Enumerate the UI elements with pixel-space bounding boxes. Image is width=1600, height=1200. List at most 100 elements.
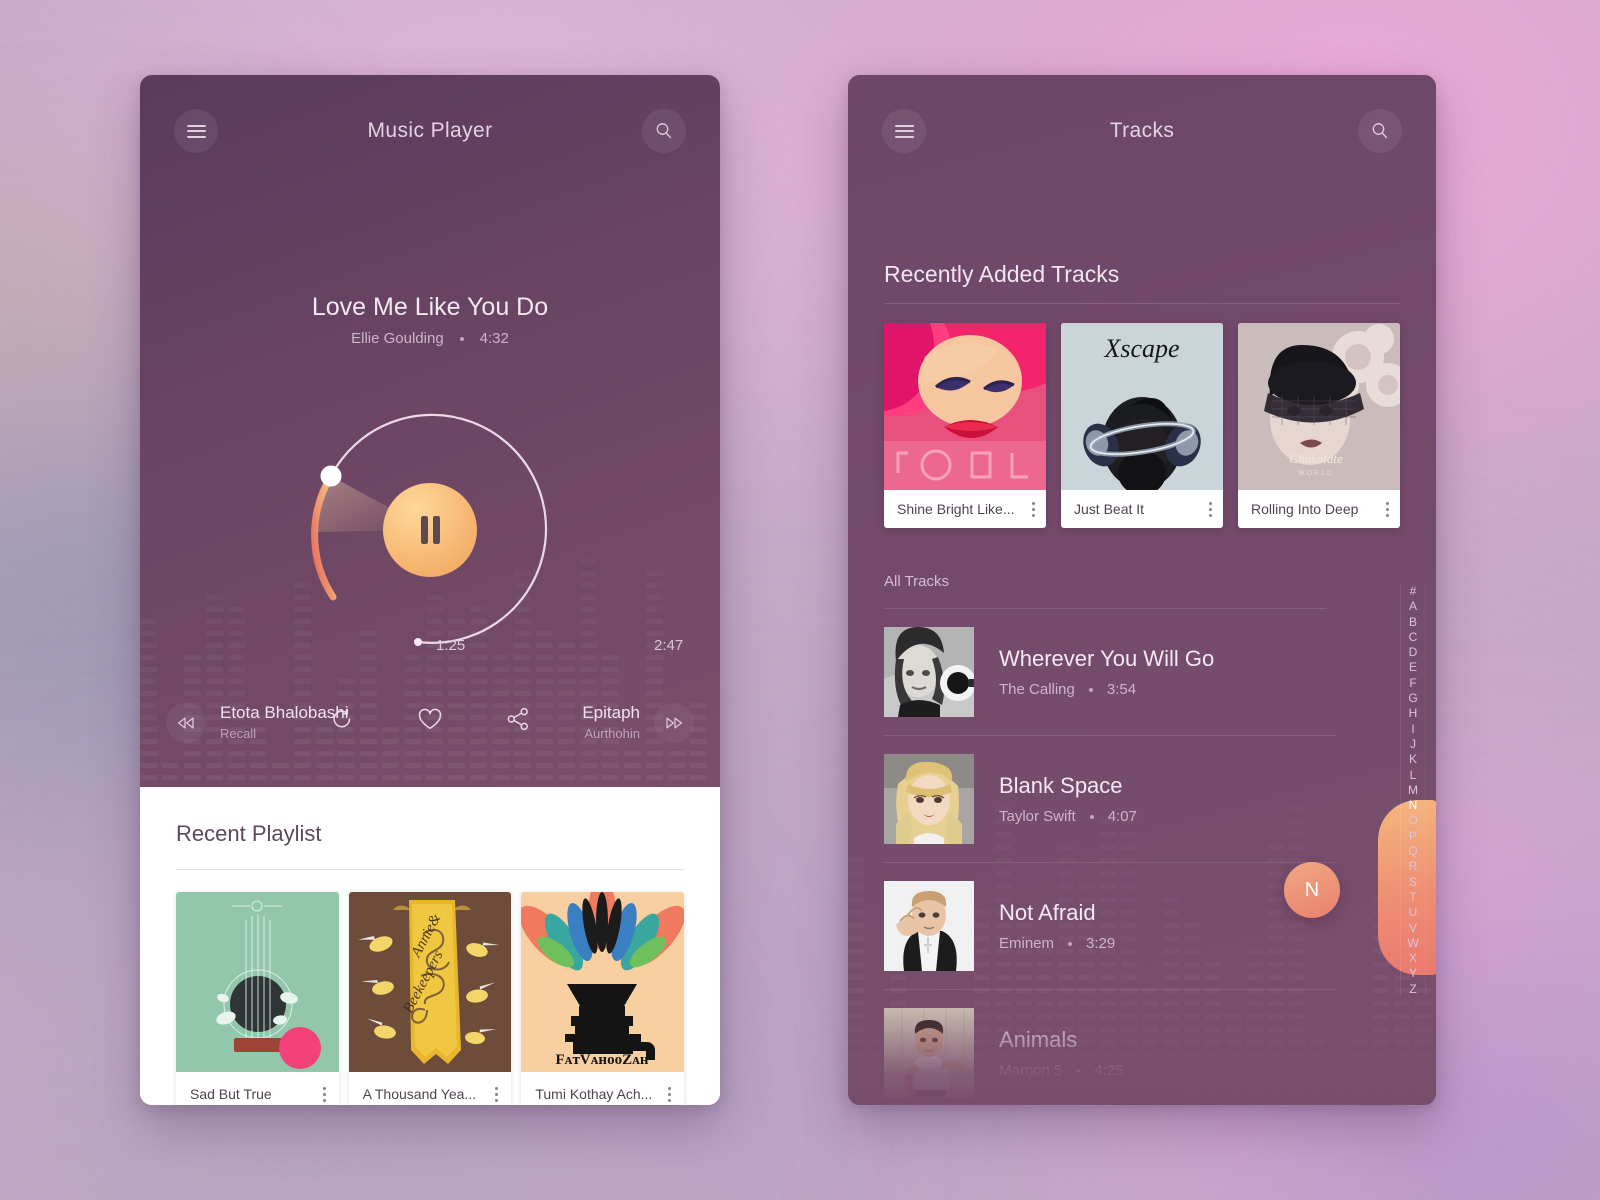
index-letter-p[interactable]: P bbox=[1409, 830, 1417, 842]
index-letter-h[interactable]: H bbox=[1409, 707, 1418, 719]
separator-dot bbox=[1068, 941, 1073, 946]
kebab-icon[interactable] bbox=[495, 1086, 499, 1102]
track-artist: Taylor Swift bbox=[999, 808, 1076, 825]
index-letter-t[interactable]: T bbox=[1409, 891, 1416, 903]
index-letter-d[interactable]: D bbox=[1409, 646, 1418, 658]
search-button[interactable] bbox=[1358, 109, 1402, 153]
recently-added-card[interactable]: Shine Bright Like... bbox=[884, 323, 1046, 528]
track-duration: 4:25 bbox=[1094, 1062, 1124, 1079]
kebab-icon[interactable] bbox=[1209, 501, 1212, 517]
card-footer: A Thousand Yea... bbox=[349, 1072, 512, 1105]
recent-playlist-heading: Recent Playlist bbox=[176, 821, 322, 846]
index-letter-a[interactable]: A bbox=[1409, 600, 1417, 612]
tracks-panel: Tracks Recently Added Tracks Shine Brigh… bbox=[848, 75, 1436, 1105]
index-letter-i[interactable]: I bbox=[1411, 723, 1414, 735]
previous-button[interactable] bbox=[166, 703, 206, 743]
track-title: Blank Space bbox=[999, 773, 1123, 798]
search-button[interactable] bbox=[642, 109, 686, 153]
svg-text:WORLD: WORLD bbox=[1298, 470, 1334, 477]
separator-dot bbox=[1088, 687, 1093, 692]
index-letter-f[interactable]: F bbox=[1409, 677, 1416, 689]
index-letter-c[interactable]: C bbox=[1409, 631, 1418, 643]
index-letter-u[interactable]: U bbox=[1409, 906, 1418, 918]
kebab-icon[interactable] bbox=[1032, 501, 1035, 517]
index-letter-w[interactable]: W bbox=[1407, 937, 1418, 949]
index-letter-e[interactable]: E bbox=[1409, 661, 1417, 673]
svg-text:FᴀᴛVᴀʜᴏᴏZᴀʜ: FᴀᴛVᴀʜᴏᴏZᴀʜ bbox=[556, 1052, 649, 1068]
index-letter-y[interactable]: Y bbox=[1409, 967, 1417, 979]
now-playing-meta: Ellie Goulding 4:32 bbox=[140, 330, 720, 347]
track-row[interactable]: Animals Maroon 5 4:25 bbox=[884, 990, 1336, 1105]
search-icon bbox=[1372, 123, 1388, 139]
tracks-header: Tracks bbox=[848, 75, 1436, 187]
track-thumbnail-adam bbox=[884, 1008, 974, 1098]
index-letter-q[interactable]: Q bbox=[1408, 845, 1417, 857]
recently-added-heading: Recently Added Tracks bbox=[884, 261, 1120, 287]
kebab-icon[interactable] bbox=[668, 1086, 672, 1102]
kebab-icon[interactable] bbox=[1386, 501, 1389, 517]
playlist-card[interactable]: Sad But True bbox=[176, 892, 339, 1105]
index-letter-k[interactable]: K bbox=[1409, 753, 1417, 765]
index-letter-j[interactable]: J bbox=[1410, 738, 1416, 750]
index-letter-x[interactable]: X bbox=[1409, 952, 1417, 964]
elapsed-time: 1:25 bbox=[436, 637, 466, 654]
track-title: Not Afraid bbox=[999, 900, 1096, 925]
track-subtitle: Eminem 3:29 bbox=[999, 935, 1115, 952]
album-art-xscape: Xscape bbox=[1061, 323, 1223, 490]
now-playing-title: Love Me Like You Do bbox=[311, 293, 549, 321]
card-footer: Tumi Kothay Ach... bbox=[521, 1072, 684, 1105]
track-subtitle: The Calling 3:54 bbox=[999, 681, 1214, 698]
playlist-card[interactable]: FᴀᴛVᴀʜᴏᴏZᴀʜ Tumi Kothay Ach... bbox=[521, 892, 685, 1105]
hamburger-icon bbox=[186, 124, 206, 138]
search-icon bbox=[656, 123, 672, 139]
previous-track-meta[interactable]: Etota Bhalobashi Recall bbox=[220, 702, 349, 743]
card-label: Sad But True bbox=[190, 1086, 272, 1102]
now-playing-artist: Ellie Goulding bbox=[351, 330, 444, 347]
track-row[interactable]: Blank Space Taylor Swift 4:07 bbox=[884, 736, 1336, 863]
track-meta: Animals Maroon 5 4:25 bbox=[999, 1027, 1124, 1079]
album-art-beekeepers: Annie& Beekeepers bbox=[348, 892, 512, 1072]
track-duration: 4:07 bbox=[1107, 808, 1137, 825]
track-artist: The Calling bbox=[999, 681, 1075, 698]
index-letter-n[interactable]: N bbox=[1409, 799, 1418, 811]
playlist-card[interactable]: Annie& Beekeepers A Thousand Yea... bbox=[348, 892, 512, 1105]
recently-added-card[interactable]: Xscape Just Beat It bbox=[1061, 323, 1223, 528]
recent-playlist-section: Recent Playlist Sad But True Annie& Beek… bbox=[140, 787, 720, 1105]
svg-text:Chakolate: Chakolate bbox=[1289, 451, 1343, 466]
index-letter-s[interactable]: S bbox=[1409, 876, 1417, 888]
index-letter-b[interactable]: B bbox=[1409, 616, 1417, 628]
track-meta: Blank Space Taylor Swift 4:07 bbox=[999, 773, 1137, 825]
menu-button[interactable] bbox=[174, 109, 218, 153]
index-letter-r[interactable]: R bbox=[1409, 860, 1418, 872]
remaining-time: 2:47 bbox=[654, 637, 684, 654]
page-title: Music Player bbox=[367, 119, 493, 142]
index-letter-z[interactable]: Z bbox=[1409, 983, 1416, 995]
next-track-meta[interactable]: Epitaph Aurthohin bbox=[582, 702, 640, 743]
track-title: Wherever You Will Go bbox=[999, 646, 1215, 671]
now-playing-duration: 4:32 bbox=[479, 330, 509, 347]
index-letter-g[interactable]: G bbox=[1408, 692, 1417, 704]
album-art-rihanna bbox=[884, 323, 1046, 490]
alphabet-index-scrollbar[interactable]: # A B C D E F G H I J K L M N O P Q R S T U V W X Y Z bbox=[1400, 585, 1426, 995]
next-track-artist: Aurthohin bbox=[584, 726, 640, 742]
track-row[interactable]: Wherever You Will Go The Calling 3:54 bbox=[884, 609, 1336, 736]
index-letter-l[interactable]: L bbox=[1410, 769, 1417, 781]
fast-forward-icon bbox=[666, 717, 683, 729]
card-label: A Thousand Yea... bbox=[362, 1086, 477, 1102]
track-row[interactable]: Not Afraid Eminem 3:29 bbox=[884, 863, 1336, 990]
menu-button[interactable] bbox=[882, 109, 926, 153]
track-subtitle: Taylor Swift 4:07 bbox=[999, 808, 1137, 825]
next-track-title: Epitaph bbox=[582, 703, 640, 723]
card-footer: Sad But True bbox=[176, 1072, 339, 1105]
index-letter-hash[interactable]: # bbox=[1410, 585, 1417, 597]
next-button[interactable] bbox=[654, 703, 694, 743]
recently-added-card[interactable]: Chakolate WORLD Rolling Into Deep bbox=[1238, 323, 1400, 528]
index-letter-o[interactable]: O bbox=[1408, 814, 1417, 826]
index-letter-v[interactable]: V bbox=[1409, 922, 1417, 934]
player-panel: Music Player Love Me Like You Do Ellie G… bbox=[140, 75, 720, 787]
kebab-icon[interactable] bbox=[322, 1086, 326, 1102]
index-letter-m[interactable]: M bbox=[1408, 784, 1418, 796]
separator-dot bbox=[1076, 1068, 1081, 1073]
previous-track-artist: Recall bbox=[220, 726, 257, 742]
circular-progress[interactable] bbox=[285, 380, 575, 680]
